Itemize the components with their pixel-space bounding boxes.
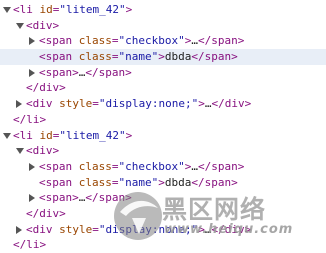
tag-close: >: [125, 128, 133, 142]
dom-node-text: </div>: [26, 80, 66, 96]
dom-node-text: <li id="litem_42">: [13, 128, 132, 144]
expand-triangle-open-icon[interactable]: [3, 132, 11, 139]
tag-open: <span: [39, 159, 79, 173]
dom-node-row[interactable]: </li>: [0, 237, 326, 253]
expand-triangle-closed-icon[interactable]: [16, 100, 22, 109]
dom-node-text: <span class="checkbox">…</span>: [39, 33, 244, 49]
dom-node-text: <span class="name">dbda</span>: [39, 49, 238, 65]
dom-node-row[interactable]: <div>: [0, 18, 326, 34]
tag-open: <div: [26, 222, 60, 236]
dom-node-text: <div>: [26, 18, 59, 34]
expand-triangle-open-icon[interactable]: [3, 7, 11, 13]
tag-open: <li: [13, 128, 40, 142]
expand-triangle-closed-icon[interactable]: [29, 37, 35, 46]
dom-node-row[interactable]: <span class="name">dbda</span>: [0, 175, 326, 191]
equals-sign: =: [111, 34, 119, 48]
attribute-name: class: [78, 159, 112, 173]
tag-close: >: [198, 222, 205, 236]
attribute-value: "litem_42": [59, 3, 126, 16]
dom-node-text: <span class="checkbox">…</span>: [39, 159, 244, 175]
tag-close: >: [125, 3, 133, 16]
dom-node-text: <div style="display:none;">…</div>: [26, 96, 251, 112]
dom-node-text: <div style="display:none;">…</div>: [26, 222, 251, 238]
tag-open: <li: [13, 3, 40, 16]
attribute-value: "checkbox": [118, 159, 185, 173]
end-tag: </span>: [197, 34, 245, 48]
tag-open: <div: [26, 97, 60, 111]
tag-open: <span: [39, 175, 79, 189]
expand-triangle-closed-icon[interactable]: [29, 68, 35, 77]
tag-text: </li>: [13, 112, 47, 126]
dom-node-row[interactable]: </li>: [0, 112, 326, 128]
tag-close: >: [158, 50, 165, 64]
dom-node-row[interactable]: <span class="name">dbda</span>: [0, 49, 326, 65]
dom-node-text: <span>…</span>: [39, 190, 132, 206]
tag-text: </div>: [26, 206, 66, 220]
expand-triangle-closed-icon[interactable]: [29, 162, 35, 171]
dom-node-row[interactable]: <div style="display:none;">…</div>: [0, 222, 326, 238]
equals-sign: =: [111, 175, 119, 189]
dom-node-row[interactable]: <span class="checkbox">…</span>: [0, 33, 326, 49]
end-tag: </span>: [85, 191, 132, 205]
dom-node-row[interactable]: <span>…</span>: [0, 65, 326, 81]
dom-node-row[interactable]: <div style="display:none;">…</div>: [0, 96, 326, 112]
node-content: …: [191, 34, 198, 48]
expand-triangle-closed-icon[interactable]: [16, 225, 22, 234]
dom-node-text: <div>: [26, 143, 59, 159]
end-tag: </span>: [191, 50, 238, 64]
attribute-value: "name": [118, 175, 159, 189]
dom-node-row[interactable]: <li id="litem_42">: [0, 2, 326, 18]
attribute-name: id: [39, 3, 53, 16]
equals-sign: =: [111, 50, 119, 64]
tag-open: <span: [39, 34, 79, 48]
tag-text: <div>: [26, 144, 60, 158]
expand-triangle-open-icon[interactable]: [16, 22, 24, 29]
attribute-value: "litem_42": [59, 128, 126, 142]
attribute-name: style: [59, 222, 93, 236]
dom-node-text: <li id="litem_42">: [13, 2, 132, 18]
end-tag: </span>: [197, 159, 245, 173]
tag-open: <span: [39, 50, 79, 64]
tag-text: <div>: [26, 18, 60, 32]
attribute-name: class: [78, 50, 112, 64]
dom-node-row[interactable]: <span>…</span>: [0, 190, 326, 206]
attribute-value: "display:none;": [98, 97, 199, 111]
attribute-name: class: [78, 34, 112, 48]
node-content: …: [191, 159, 198, 173]
dom-node-row[interactable]: <li id="litem_42">: [0, 128, 326, 144]
expand-triangle-closed-icon[interactable]: [29, 194, 35, 203]
dom-node-text: <span>…</span>: [39, 65, 132, 81]
dom-node-row[interactable]: </div>: [0, 206, 326, 222]
end-tag: </div>: [211, 222, 252, 236]
dom-node-text: </div>: [26, 206, 66, 222]
attribute-name: class: [78, 175, 112, 189]
attribute-value: "checkbox": [118, 34, 185, 48]
dom-node-row[interactable]: </div>: [0, 80, 326, 96]
dom-node-text: </li>: [13, 237, 46, 253]
attribute-value: "name": [118, 50, 159, 64]
dom-tree: <li id="litem_42"> <div> <span class="chec…: [0, 2, 326, 253]
tag-close: >: [158, 175, 165, 189]
dom-node-row[interactable]: <div>: [0, 143, 326, 159]
tag-open: <span>: [39, 65, 79, 79]
tag-open: <span>: [39, 191, 79, 205]
dom-node-text: <span class="name">dbda</span>: [39, 175, 238, 191]
dom-node-text: </li>: [13, 112, 46, 128]
end-tag: </span>: [191, 175, 238, 189]
equals-sign: =: [92, 97, 99, 111]
node-content: dbda: [164, 50, 192, 64]
end-tag: </div>: [211, 97, 252, 111]
expand-triangle-open-icon[interactable]: [16, 148, 24, 155]
tag-close: >: [198, 97, 205, 111]
tag-text: </div>: [26, 81, 66, 95]
node-content: dbda: [164, 175, 192, 189]
equals-sign: =: [111, 159, 119, 173]
equals-sign: =: [92, 222, 99, 236]
end-tag: </span>: [85, 65, 132, 79]
attribute-value: "display:none;": [98, 222, 199, 236]
attribute-name: style: [59, 97, 93, 111]
dom-node-row[interactable]: <span class="checkbox">…</span>: [0, 159, 326, 175]
attribute-name: id: [39, 128, 53, 142]
